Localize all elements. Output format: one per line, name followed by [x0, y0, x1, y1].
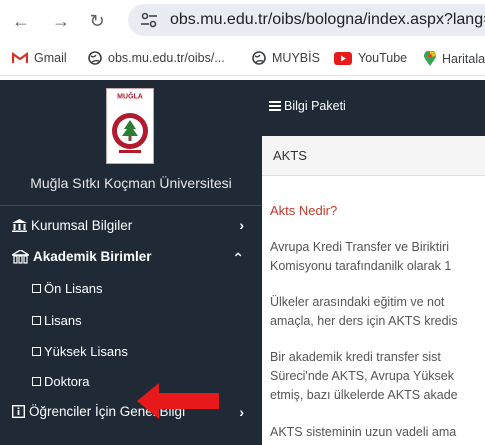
globe-icon	[252, 51, 266, 65]
content-topbar: Bilgi Paketi	[262, 80, 485, 136]
subitem-label: Yüksek Lisans	[44, 344, 128, 359]
square-icon	[32, 347, 41, 356]
university-name: Muğla Sıtkı Koçman Üniversitesi	[30, 175, 232, 191]
subitem-label: Lisans	[44, 313, 82, 328]
bookmark-label: Gmail	[34, 51, 67, 65]
chevron-right-icon: ›	[239, 404, 244, 420]
maps-icon	[424, 51, 436, 66]
main-content: Akts Nedir? Avrupa Kredi Transfer ve Bir…	[262, 176, 485, 445]
sidebar-subitem-on-lisans[interactable]: Ön Lisans	[32, 281, 103, 296]
bookmark-label: YouTube	[358, 51, 408, 65]
content-title: Akts Nedir?	[270, 203, 338, 218]
university-logo[interactable]: MUĞLA	[106, 88, 154, 164]
sidebar-subitem-doktora[interactable]: Doktora	[32, 374, 90, 389]
sidebar: MUĞLA Muğla Sıtkı Koçman Üniversitesi Ku…	[0, 80, 262, 445]
bookmark-muybis[interactable]: MUYBİS	[252, 51, 320, 65]
sidebar-subitem-yuksek-lisans[interactable]: Yüksek Lisans	[32, 344, 128, 359]
hamburger-icon	[269, 99, 281, 113]
paragraph-line: amaçla, her ders için AKTS kredis	[270, 314, 458, 328]
chevron-right-icon: ›	[239, 217, 244, 233]
red-arrow-annotation-icon	[137, 383, 219, 419]
sidebar-item-akademik-birimler[interactable]: Akademik Birimler ⌃	[12, 249, 262, 266]
youtube-icon	[334, 51, 352, 65]
sidebar-item-label: Kurumsal Bilgiler	[31, 218, 133, 233]
menu-toggle[interactable]: Bilgi Paketi	[269, 99, 346, 113]
bookmark-obs[interactable]: obs.mu.edu.tr/oibs/...	[88, 51, 225, 65]
bookmark-youtube[interactable]: YouTube	[334, 51, 407, 65]
bookmark-label: obs.mu.edu.tr/oibs/...	[108, 51, 225, 65]
square-icon	[32, 377, 41, 386]
paragraph-line: Süreci'nde AKTS, Avrupa Yüksek	[270, 369, 454, 383]
paragraph-line: Komisyonu tarafındanilk olarak 1	[270, 259, 452, 273]
sidebar-divider	[0, 205, 262, 206]
paragraph-line: Bir akademik kredi transfer sist	[270, 350, 441, 364]
paragraph-line: etmiş, bazı ülkelerde AKTS akade	[270, 388, 458, 402]
bookmark-gmail[interactable]: Gmail	[12, 51, 67, 65]
paragraph-line: Ülkeler arasındaki eğitim ve not	[270, 295, 445, 309]
globe-icon	[88, 51, 102, 65]
svg-text:MUĞLA: MUĞLA	[117, 92, 143, 101]
breadcrumb-text: AKTS	[273, 148, 307, 163]
subitem-label: Ön Lisans	[44, 281, 103, 296]
paragraph-4: AKTS sisteminin uzun vadeli ama	[270, 423, 456, 442]
sidebar-item-kurumsal-bilgiler[interactable]: Kurumsal Bilgiler ›	[12, 217, 262, 233]
breadcrumb: AKTS	[262, 136, 485, 176]
paragraph-line: AKTS sisteminin uzun vadeli ama	[270, 425, 457, 439]
subitem-label: Doktora	[44, 374, 90, 389]
topbar-title: Bilgi Paketi	[284, 99, 346, 113]
bookmarks-bar: Gmail obs.mu.edu.tr/oibs/... MUYBİS YouT…	[0, 42, 485, 76]
sidebar-item-label: Akademik Birimler	[33, 249, 152, 264]
paragraph-line: Avrupa Kredi Transfer ve Biriktiri	[270, 240, 449, 254]
academic-units-icon	[12, 249, 29, 264]
browser-toolbar: ← → ↻ obs.mu.edu.tr/oibs/bologna/index.a…	[0, 0, 485, 42]
arrow-left-icon[interactable]: ←	[10, 10, 32, 32]
arrow-right-icon[interactable]: →	[50, 10, 72, 32]
chevron-up-icon: ⌃	[232, 250, 244, 266]
square-icon	[32, 316, 41, 325]
logo-emblem-icon: MUĞLA	[109, 91, 151, 153]
address-bar[interactable]: obs.mu.edu.tr/oibs/bologna/index.aspx?la…	[128, 4, 485, 36]
paragraph-3: Bir akademik kredi transfer sist Süreci'…	[270, 348, 458, 405]
info-icon	[12, 405, 25, 418]
site-settings-icon[interactable]	[140, 12, 158, 28]
paragraph-1: Avrupa Kredi Transfer ve Biriktiri Komis…	[270, 238, 451, 276]
bookmark-maps[interactable]: Haritala	[424, 51, 485, 66]
paragraph-2: Ülkeler arasındaki eğitim ve not amaçla,…	[270, 293, 458, 331]
reload-icon[interactable]: ↻	[86, 10, 108, 32]
bookmark-label: MUYBİS	[272, 51, 320, 65]
url-text[interactable]: obs.mu.edu.tr/oibs/bologna/index.aspx?la…	[170, 11, 485, 29]
gmail-icon	[12, 52, 28, 63]
square-icon	[32, 284, 41, 293]
bookmark-label: Haritala	[442, 51, 485, 66]
sidebar-subitem-lisans[interactable]: Lisans	[32, 313, 82, 328]
institution-icon	[12, 219, 27, 232]
